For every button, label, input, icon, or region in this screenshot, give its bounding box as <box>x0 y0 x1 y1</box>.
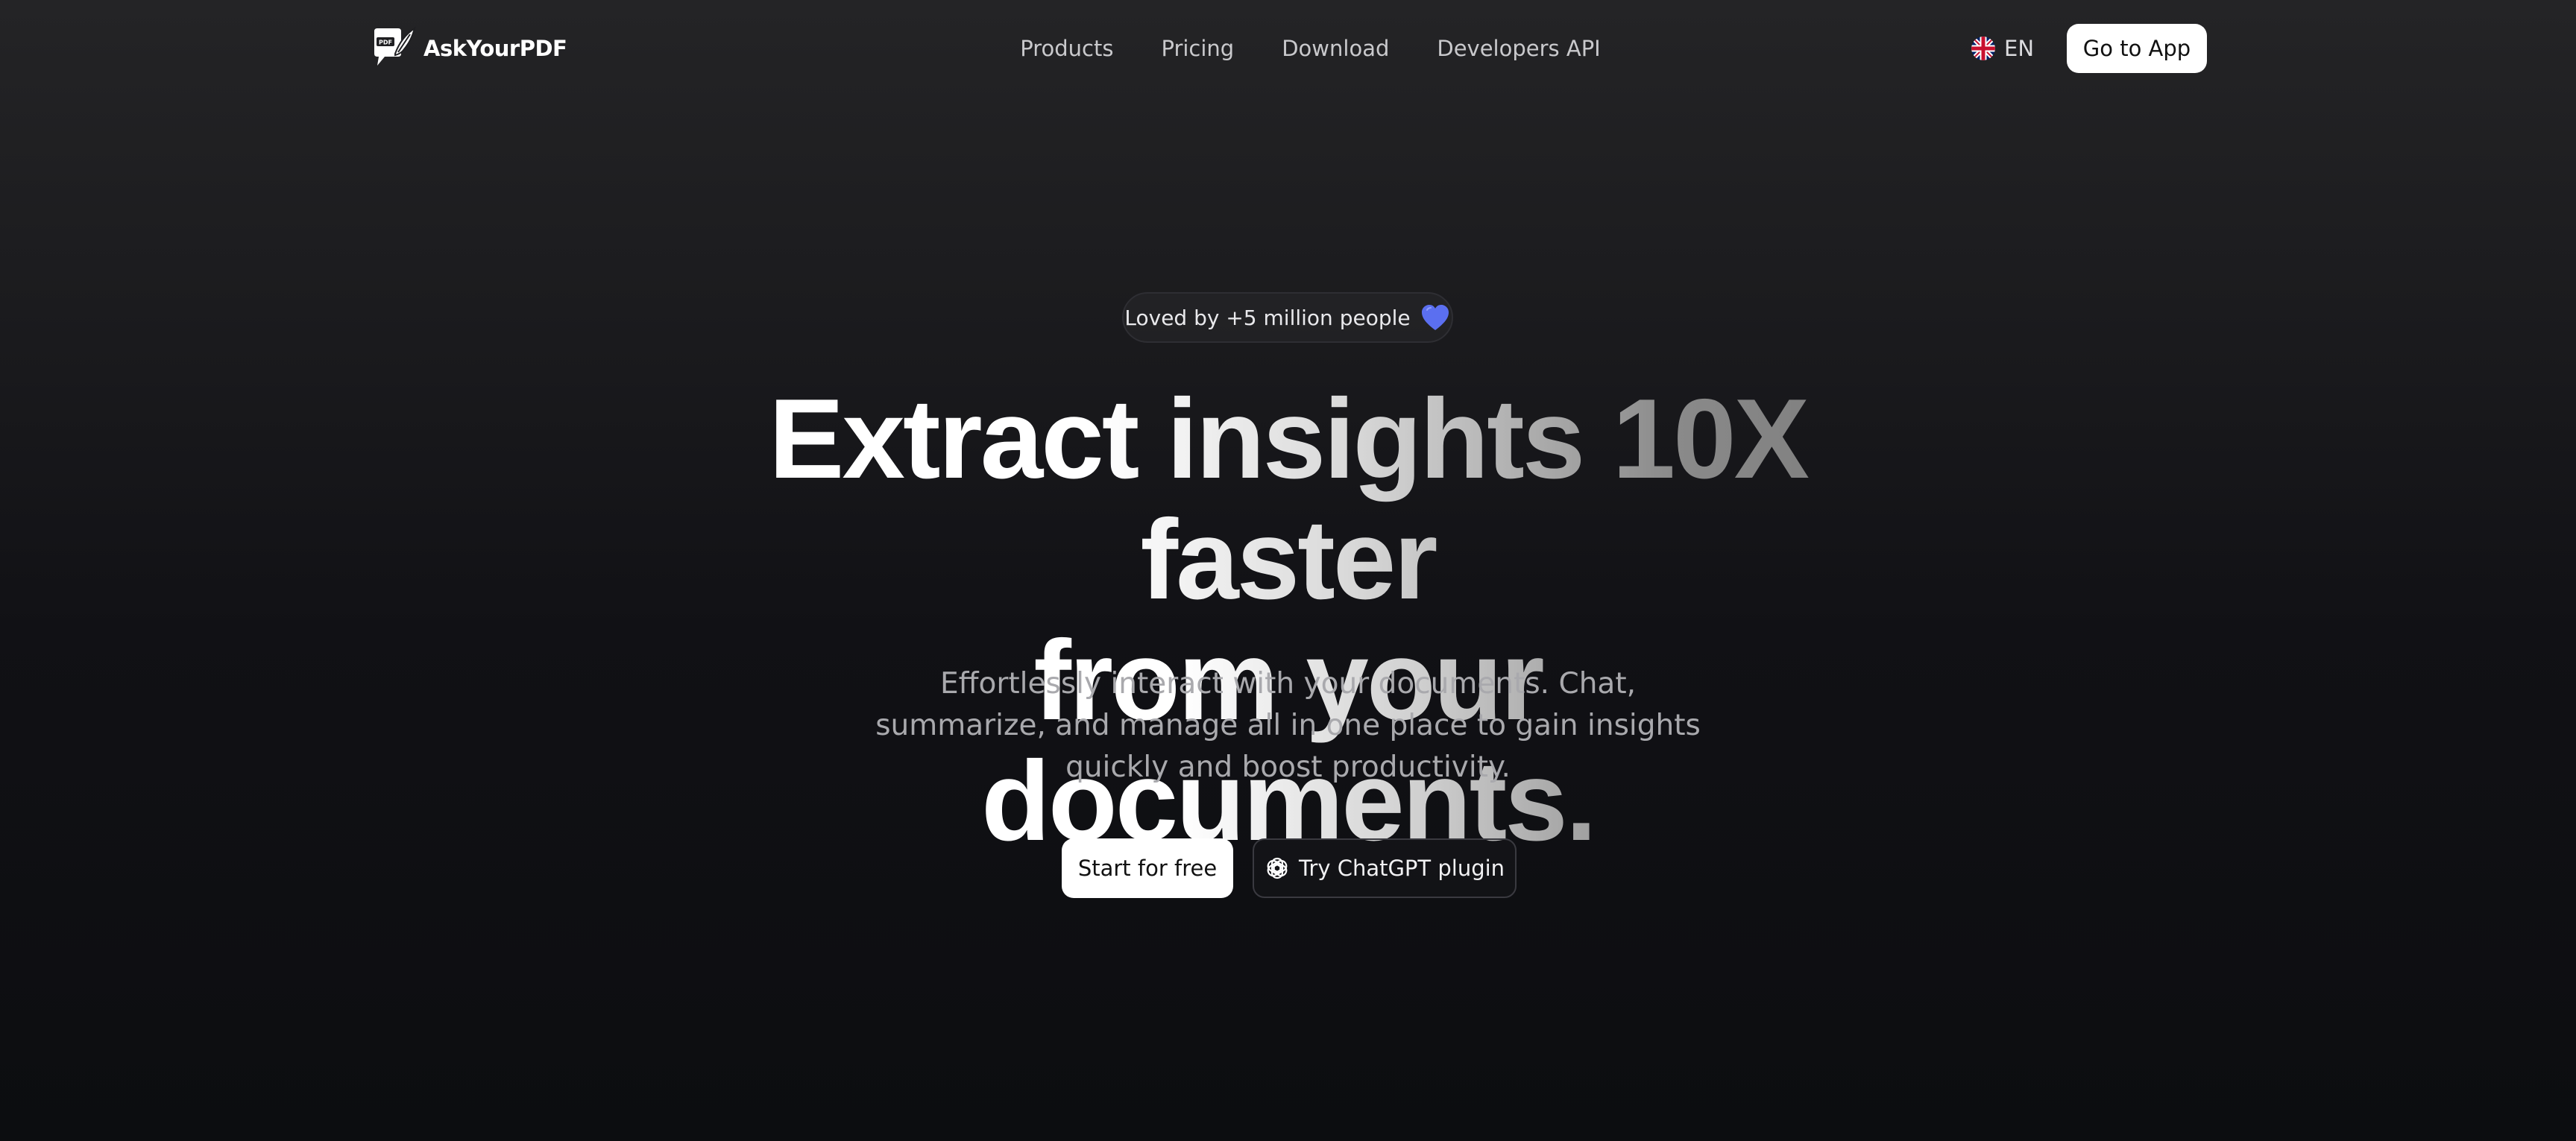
badge-text: Loved by +5 million people <box>1124 305 1411 330</box>
nav-link-developers-api[interactable]: Developers API <box>1437 31 1600 66</box>
hero-headline: Extract insights 10X faster from your do… <box>0 379 2576 862</box>
try-chatgpt-plugin-button[interactable]: Try ChatGPT plugin <box>1253 838 1517 898</box>
language-code: EN <box>2004 36 2035 61</box>
language-selector[interactable]: EN <box>1971 33 2034 64</box>
social-proof-badge: Loved by +5 million people <box>1122 292 1453 343</box>
blue-heart-icon <box>1421 305 1449 330</box>
top-navbar: PDF AskYourPDF Products Pricing Download… <box>0 0 2576 97</box>
nav-link-products[interactable]: Products <box>1020 31 1113 66</box>
hero-subtitle: Effortlessly interact with your document… <box>875 667 1701 784</box>
nav-link-download[interactable]: Download <box>1282 31 1389 66</box>
uk-flag-icon <box>1971 37 1995 60</box>
headline-line-1: Extract insights 10X faster <box>647 379 1930 620</box>
try-chatgpt-plugin-label: Try ChatGPT plugin <box>1298 856 1505 881</box>
go-to-app-button[interactable]: Go to App <box>2067 24 2207 73</box>
nav-link-pricing[interactable]: Pricing <box>1161 31 1234 66</box>
start-for-free-button[interactable]: Start for free <box>1062 838 1233 898</box>
openai-icon <box>1267 857 1288 879</box>
hero-cta-group: Start for free Try ChatGPT plugin <box>1062 838 1517 898</box>
